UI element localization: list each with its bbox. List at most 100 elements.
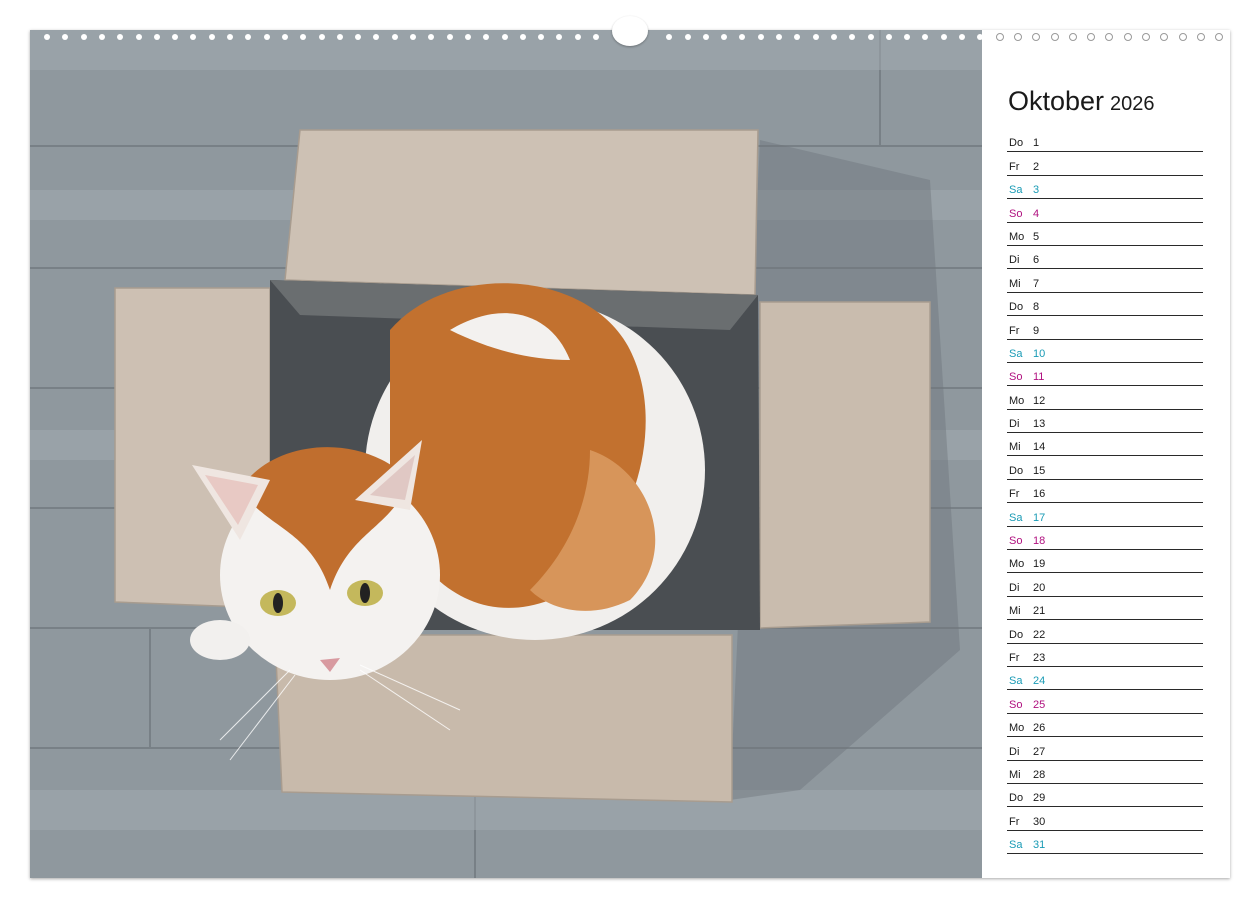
day-row: Do 22 <box>1007 620 1203 644</box>
cat-photo <box>30 30 982 878</box>
day-row: Do 1 <box>1007 129 1203 153</box>
binding-hole <box>153 34 160 40</box>
weekday-label: Do <box>1009 464 1024 477</box>
day-row: Mi 14 <box>1007 433 1203 457</box>
day-number: 18 <box>1033 535 1046 548</box>
weekday-label: Mo <box>1009 394 1025 407</box>
day-row: Fr 23 <box>1007 644 1203 667</box>
day-row: Fr 30 <box>1007 807 1203 831</box>
day-number: 11 <box>1033 371 1045 384</box>
binding-hole <box>1160 33 1169 41</box>
day-number: 21 <box>1033 605 1046 618</box>
binding-hole <box>593 34 599 40</box>
weekday-label: Fr <box>1009 324 1020 337</box>
binding-hole <box>538 34 545 40</box>
weekday-label: Fr <box>1009 651 1020 664</box>
day-number: 12 <box>1033 394 1046 407</box>
binding-hole <box>190 34 197 40</box>
day-number: 6 <box>1033 254 1040 267</box>
binding-hole <box>940 34 947 40</box>
binding-hole <box>410 34 416 40</box>
day-row: Sa 31 <box>1007 831 1203 855</box>
day-number: 19 <box>1033 558 1046 571</box>
binding-hole <box>1178 33 1187 41</box>
day-row: Sa 24 <box>1007 667 1203 691</box>
day-number: 8 <box>1033 301 1040 314</box>
hanger-hook <box>612 16 648 46</box>
day-row: So 11 <box>1007 363 1203 387</box>
day-number: 25 <box>1033 698 1046 711</box>
binding-hole <box>80 34 87 40</box>
weekday-label: Fr <box>1009 488 1020 501</box>
weekday-label: Mi <box>1009 605 1021 618</box>
day-number: 7 <box>1033 277 1040 290</box>
day-number: 31 <box>1033 839 1046 852</box>
weekday-label: Di <box>1009 254 1020 267</box>
day-number: 27 <box>1033 745 1046 758</box>
weekday-label: So <box>1009 698 1023 711</box>
binding-hole <box>1087 33 1096 41</box>
cat-in-box-illustration <box>30 30 982 878</box>
binding-hole <box>44 34 50 40</box>
binding-hole <box>446 34 453 40</box>
day-number: 16 <box>1033 488 1046 501</box>
day-row: So 25 <box>1007 690 1203 714</box>
weekday-label: Mi <box>1009 768 1021 781</box>
day-row: Do 15 <box>1007 456 1203 480</box>
day-list: Do 1 Fr 2 Sa 3 So 4 Mo 5 Di 6 Mi 7 Do 8 Fr 9 Sa 10 So 11 Mo 12 D… <box>1007 129 1203 855</box>
weekday-label: Do <box>1009 628 1024 641</box>
weekday-label: Di <box>1009 418 1020 431</box>
binding-hole <box>684 34 691 40</box>
day-row: Fr 9 <box>1007 316 1203 340</box>
binding-hole <box>263 34 270 40</box>
day-number: 14 <box>1033 441 1046 454</box>
calendar-page: Oktober 2026 Do 1 Fr 2 Sa 3 So 4 Mo 5 Di 6 Mi 7 Do 8 Fr 9 S… <box>30 30 1230 878</box>
day-number: 9 <box>1033 324 1040 337</box>
day-row: Mo 5 <box>1007 223 1203 246</box>
day-row: Fr 16 <box>1007 480 1203 504</box>
binding-hole <box>757 34 764 40</box>
binding-hole <box>1068 33 1077 41</box>
weekday-label: Mo <box>1009 230 1025 243</box>
binding-hole <box>812 34 819 40</box>
binding-hole <box>1013 33 1022 41</box>
binding-hole <box>977 34 984 40</box>
binding-hole <box>1050 33 1059 41</box>
weekday-label: So <box>1009 371 1023 384</box>
binding-hole <box>208 34 215 40</box>
weekday-label: So <box>1009 207 1023 220</box>
weekday-label: Mo <box>1009 722 1025 735</box>
binding-hole <box>849 34 856 40</box>
day-number: 4 <box>1033 207 1040 220</box>
binding-hole <box>995 33 1004 41</box>
weekday-label: Di <box>1009 581 1020 594</box>
day-row: Do 29 <box>1007 784 1203 808</box>
binding-hole <box>721 34 728 40</box>
binding-hole <box>464 34 471 40</box>
day-number: 23 <box>1033 651 1046 664</box>
day-number: 26 <box>1033 722 1046 735</box>
binding-hole <box>776 34 782 40</box>
day-row: Mi 21 <box>1007 597 1203 621</box>
day-row: Di 6 <box>1007 246 1203 270</box>
day-row: Mo 26 <box>1007 714 1203 738</box>
calendar-sidebar: Oktober 2026 Do 1 Fr 2 Sa 3 So 4 Mo 5 Di 6 Mi 7 Do 8 Fr 9 S… <box>982 30 1230 878</box>
day-row: Sa 3 <box>1007 176 1203 200</box>
day-row: Mi 7 <box>1007 269 1203 293</box>
binding-hole <box>702 34 709 40</box>
binding-hole <box>519 34 526 40</box>
weekday-label: Do <box>1009 792 1024 805</box>
binding-hole <box>904 34 911 40</box>
day-number: 22 <box>1033 628 1046 641</box>
day-number: 5 <box>1033 230 1040 243</box>
binding-hole <box>885 34 892 40</box>
day-row: Mo 19 <box>1007 550 1203 574</box>
day-number: 30 <box>1033 815 1046 828</box>
weekday-label: Mi <box>1009 277 1021 290</box>
day-number: 3 <box>1033 184 1040 197</box>
binding-hole <box>739 34 746 40</box>
weekday-label: Do <box>1009 301 1024 314</box>
binding-hole <box>1032 33 1041 41</box>
weekday-label: Sa <box>1009 511 1023 524</box>
day-row: Do 8 <box>1007 293 1203 317</box>
